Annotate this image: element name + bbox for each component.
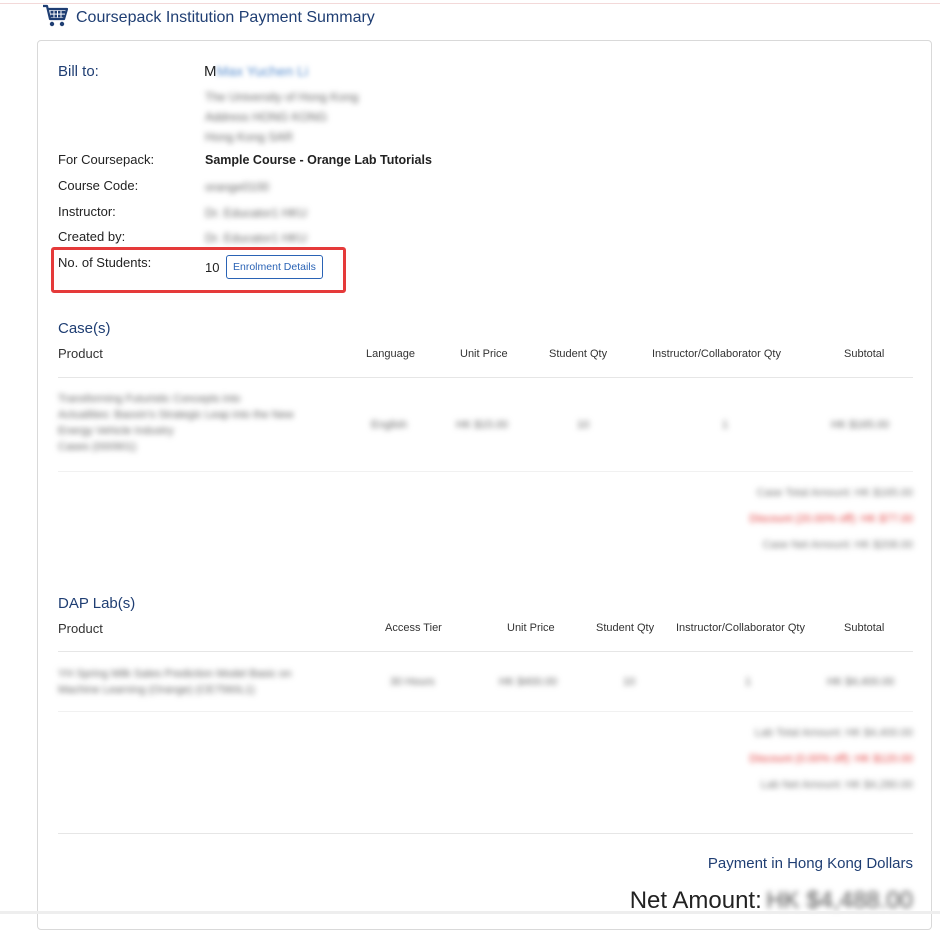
page-title: Coursepack Institution Payment Summary [76, 9, 375, 26]
case-language: English [371, 419, 408, 431]
labs-header-instructor-qty: Instructor/Collaborator Qty [676, 622, 805, 634]
case-product-line-2: Actualities: Baoxin's Strategic Leap int… [58, 409, 294, 421]
enrolment-details-button[interactable]: Enrolment Details [226, 255, 323, 279]
bill-to-label: Bill to: [58, 63, 99, 80]
lab-total-amount: Lab Total Amount: HK $4,400.00 [754, 727, 913, 739]
address-line-3: Hong Kong SAR [205, 130, 294, 144]
lab-unit-price: HK $400.00 [499, 676, 558, 688]
case-discount: Discount (20.00% off): HK $77.00 [749, 513, 913, 525]
cases-header-unit-price: Unit Price [460, 348, 508, 360]
labs-header-unit-price: Unit Price [507, 622, 555, 634]
lab-discount: Discount (0.00% off): HK $120.00 [749, 753, 913, 765]
students-label: No. of Students: [58, 255, 152, 270]
case-net-amount: Case Net Amount: HK $208.00 [762, 539, 913, 551]
created-by-label: Created by: [58, 229, 126, 244]
case-total-amount: Case Total Amount: HK $165.00 [756, 487, 913, 499]
labs-header-student-qty: Student Qty [596, 622, 655, 634]
cases-header-language: Language [366, 348, 415, 360]
cases-header-student-qty: Student Qty [549, 348, 608, 360]
page-header: Coursepack Institution Payment Summary [42, 4, 375, 33]
payment-summary-card: Bill to: MMax Yuchen Li The University o… [37, 40, 932, 930]
case-instructor-qty: 1 [722, 419, 729, 431]
case-product-line-3: Energy Vehicle Industry [58, 425, 174, 437]
instructor-label: Instructor: [58, 204, 116, 219]
cases-section-title: Case(s) [58, 320, 111, 337]
cases-header-product: Product [58, 346, 103, 361]
lab-product-line-1: YH Spring Milk Sales Prediction Model Ba… [58, 668, 292, 680]
address-line-2: Address HONG KONG [205, 110, 328, 124]
case-subtotal: HK $165.00 [831, 419, 890, 431]
coursepack-value: Sample Course - Orange Lab Tutorials [205, 153, 432, 167]
case-student-qty: 10 [577, 419, 590, 431]
labs-header-divider [58, 651, 913, 652]
net-amount-value: HK $4,488.00 [766, 887, 913, 914]
net-amount-label: Net Amount: [629, 887, 762, 914]
bill-name-rest: Max Yuchen Li [216, 63, 309, 79]
coursepack-label: For Coursepack: [58, 152, 155, 167]
students-value: 10 [205, 260, 220, 275]
created-by-value: Dr. Educator1 HKU [205, 231, 308, 245]
labs-header-access-tier: Access Tier [385, 622, 442, 634]
lab-net-amount: Lab Net Amount: HK $4,280.00 [760, 779, 913, 791]
bill-name-initial: M [204, 63, 217, 80]
lab-access-tier: 30 Hours [390, 676, 435, 688]
cases-header-divider [58, 377, 913, 378]
course-code-label: Course Code: [58, 178, 139, 193]
cases-header-subtotal: Subtotal [844, 348, 885, 360]
instructor-value: Dr. Educator1 HKU [205, 206, 308, 220]
course-code-value: orange0100 [205, 180, 270, 194]
lab-product-line-2: Machine Learning (Orange) (CE7560L1) [58, 684, 255, 696]
lab-instructor-qty: 1 [745, 676, 752, 688]
labs-header-subtotal: Subtotal [844, 622, 885, 634]
cases-row-divider [58, 471, 913, 472]
cases-header-instructor-qty: Instructor/Collaborator Qty [652, 348, 781, 360]
lab-subtotal: HK $4,400.00 [827, 676, 895, 688]
labs-section-title: DAP Lab(s) [58, 595, 136, 612]
lab-student-qty: 10 [623, 676, 636, 688]
bill-to-name: MMax Yuchen Li [204, 63, 308, 81]
labs-row-divider [58, 711, 913, 712]
case-unit-price: HK $15.00 [456, 419, 508, 431]
payment-divider [58, 833, 913, 834]
top-divider [0, 3, 940, 4]
case-product-line-1: Transforming Futuristic Concepts into [58, 393, 241, 405]
case-product-line-4: Cases (000901) [58, 441, 137, 453]
address-line-1: The University of Hong Kong [205, 90, 359, 104]
cart-icon [42, 4, 69, 33]
labs-header-product: Product [58, 621, 103, 636]
payment-currency-label: Payment in Hong Kong Dollars [707, 855, 913, 872]
